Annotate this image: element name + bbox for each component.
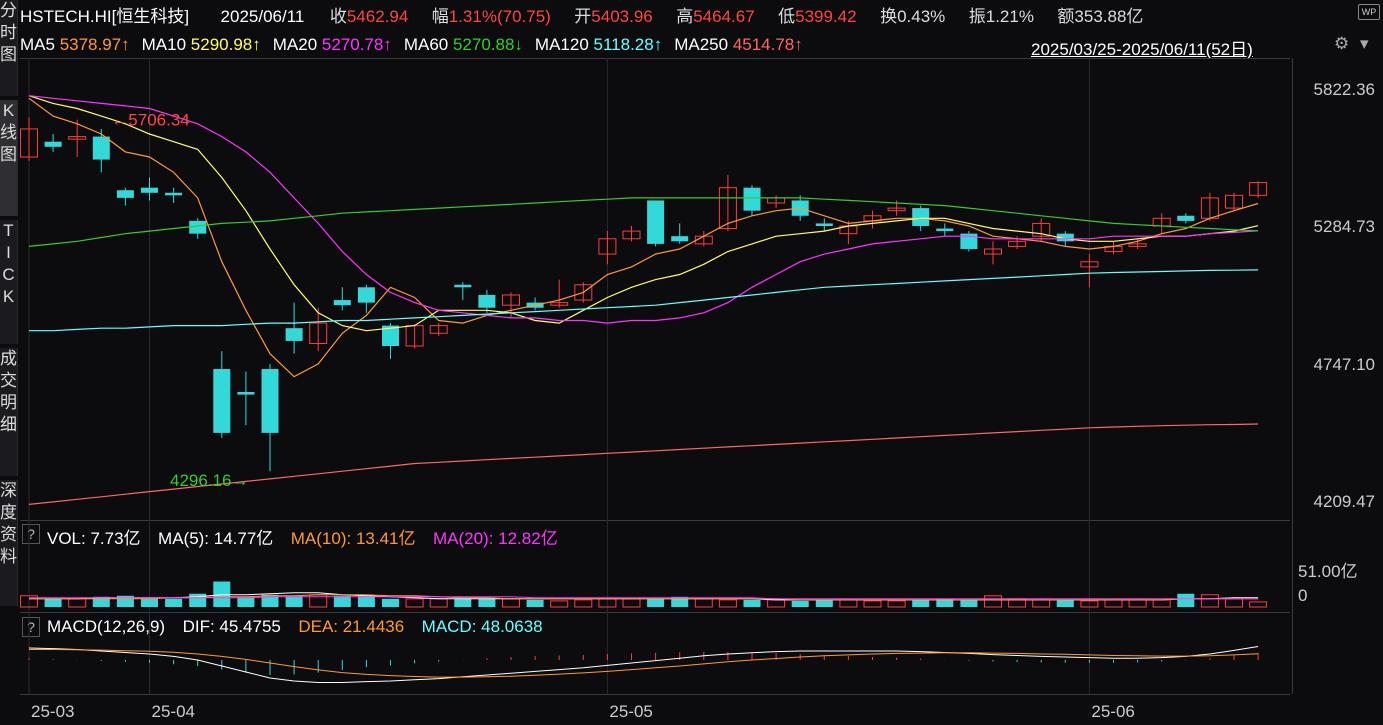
macd-dif-line <box>28 646 1259 683</box>
ma-line-ma120 <box>29 269 1259 332</box>
volume-bar <box>718 599 737 608</box>
candle-body <box>333 300 351 306</box>
volume-bar <box>357 595 375 607</box>
volume-bar <box>429 598 448 608</box>
volume-bar <box>1128 599 1147 608</box>
candle-body <box>357 287 375 303</box>
volume-bar <box>1177 593 1195 607</box>
volume-bar <box>574 599 593 608</box>
candle-body <box>743 187 761 211</box>
ma-line-ma20 <box>28 95 1259 324</box>
volume-bar <box>767 599 786 608</box>
candle-body <box>285 328 303 341</box>
candle-body <box>671 236 689 242</box>
candle-body <box>912 208 930 226</box>
annotation-low: 4296.16→ <box>170 471 248 490</box>
volume-bar <box>454 598 472 607</box>
candle-body <box>213 369 231 433</box>
candle-body <box>936 228 954 232</box>
candle-body <box>44 141 62 147</box>
volume-bar <box>213 581 231 607</box>
volume-bar <box>550 600 569 608</box>
candle-body <box>647 200 665 244</box>
candle-body <box>141 187 158 193</box>
volume-bar <box>887 600 906 608</box>
candle-body <box>165 192 183 196</box>
x-tick-label: 25-03 <box>31 702 74 721</box>
volume-bar <box>622 598 641 608</box>
volume-bar <box>1249 601 1268 608</box>
candle-body <box>189 220 207 234</box>
candle-body <box>1177 215 1195 221</box>
candle-body <box>815 223 833 226</box>
volume-bar <box>1032 599 1051 608</box>
volume-bar <box>141 598 158 607</box>
ma-line-ma10 <box>28 95 1259 332</box>
macd-dea-line <box>29 649 1259 678</box>
volume-bar <box>405 598 424 608</box>
volume-bar <box>1200 594 1219 608</box>
volume-bar <box>285 595 303 607</box>
volume-bar <box>791 600 809 607</box>
candle-body <box>92 136 110 160</box>
volume-bar <box>478 598 496 607</box>
volume-bar <box>526 599 544 607</box>
volume-bar <box>237 596 255 607</box>
kline-chart[interactable]: 25-03 25-04 25-05 25-06 ←5706.34 4296.16→ <box>0 0 1383 725</box>
candle-body <box>237 392 255 395</box>
volume-bar <box>44 598 62 607</box>
volume-bar <box>960 599 978 607</box>
volume-bar <box>984 595 1002 608</box>
kline-app: 分 时 图K 线 图T I C K成 交 明 细深 度 资 料 HSTECH.H… <box>0 0 1383 725</box>
volume-bar <box>333 595 351 607</box>
x-tick-label: 25-06 <box>1091 702 1134 721</box>
x-tick-label: 25-04 <box>152 702 195 721</box>
volume-bar <box>68 598 87 608</box>
volume-bar <box>1152 599 1171 608</box>
volume-bar <box>912 599 930 607</box>
candle-body <box>454 284 472 288</box>
candle-body <box>116 190 134 198</box>
volume-bar <box>189 593 207 607</box>
volume-bar <box>382 598 399 607</box>
ma-line-ma250 <box>28 423 1259 505</box>
volume-bar <box>502 598 520 608</box>
volume-bar <box>1056 599 1074 607</box>
candle-body <box>261 369 279 433</box>
volume-bar <box>694 598 713 608</box>
volume-bar <box>815 599 833 607</box>
volume-bar <box>647 598 665 607</box>
volume-bar <box>165 598 183 607</box>
volume-bar <box>743 599 761 607</box>
volume-bar <box>863 600 882 608</box>
volume-bar <box>1225 598 1243 608</box>
annotation-high: ←5706.34 <box>111 111 189 130</box>
volume-bar <box>1104 599 1123 608</box>
x-tick-label: 25-05 <box>609 702 652 721</box>
candle-body <box>478 294 496 308</box>
volume-bar <box>839 599 858 608</box>
